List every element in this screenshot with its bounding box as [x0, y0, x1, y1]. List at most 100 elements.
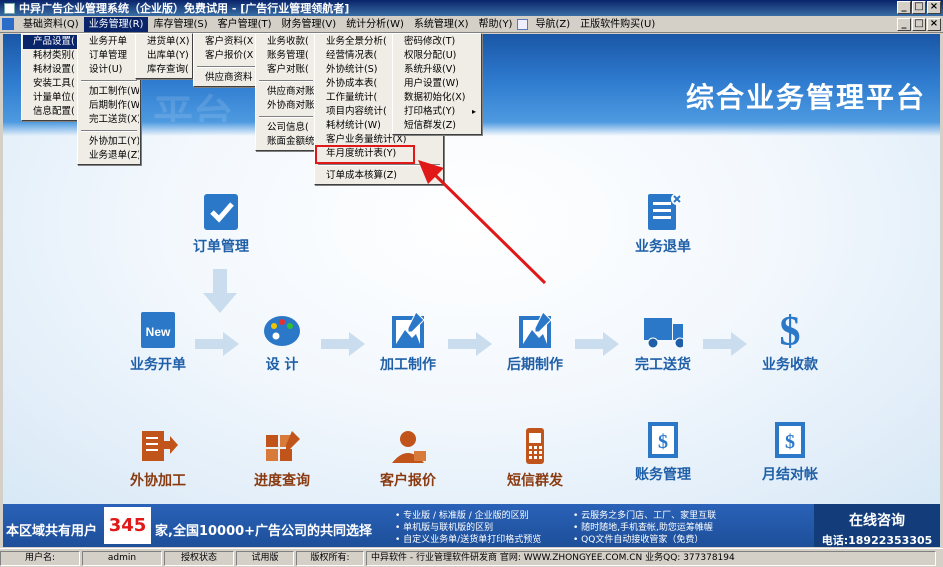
menu-item-open-order[interactable]: 业务开单 [79, 35, 139, 49]
menu-separator [259, 80, 313, 82]
menu-item-supplier-reconcile[interactable]: 供应商对账 [257, 85, 315, 99]
truck-icon [643, 310, 683, 350]
info-link[interactable]: 自定义业务单/送货单打印格式预览 [395, 532, 541, 545]
ledger-dollar-icon: $ [643, 420, 683, 460]
minimize-button[interactable]: _ [897, 1, 911, 14]
online-consult[interactable]: 在线咨询 电话:18922353305 [814, 504, 940, 547]
menu-item-change-password[interactable]: 密码修改(T) [394, 35, 480, 49]
document-x-icon [643, 192, 683, 232]
progress-node[interactable]: 进度查询 [222, 426, 342, 490]
info-bar: 本区域共有用户 345 家,全国10000+广告公司的共同选择 专业版 / 标准… [3, 504, 940, 547]
business-return-node[interactable]: 业务退单 [603, 192, 723, 256]
sms-label: 短信群发 [507, 473, 563, 489]
menu-item-post-production[interactable]: 后期制作(W) [79, 99, 139, 113]
menu-item-material-category[interactable]: 耗材类别( [23, 49, 79, 63]
consult-phone: 电话:18922353305 [821, 534, 933, 547]
menu-item-customer-reconcile[interactable]: 客户对账( [257, 63, 315, 77]
menu-app-icon [2, 18, 14, 30]
navigation-icon [517, 18, 529, 30]
user-count-value: 345 [104, 507, 151, 544]
status-bar: 用户名: admin 授权状态 试用版 版权所有: 中异软件 - 行业管理软件研… [0, 548, 943, 567]
collection-node[interactable]: $ 业务收款 [730, 309, 850, 374]
menu-item-stock-query[interactable]: 库存查询( [137, 63, 191, 77]
ledger-dollar-icon: $ [770, 420, 810, 460]
processing-label: 加工制作 [380, 357, 436, 373]
menu-item-permissions[interactable]: 权限分配(U) [394, 49, 480, 63]
open-order-label: 业务开单 [130, 357, 186, 373]
menu-item-outbound-order[interactable]: 出库单(Y) [137, 49, 191, 63]
menu-item-account-manage[interactable]: 账务管理( [257, 49, 315, 63]
menu-item-processing[interactable]: 加工制作(W) [79, 85, 139, 99]
menu-item-delivery[interactable]: 完工送货(X) [79, 113, 139, 127]
menu-customer[interactable]: 客户管理(T) [213, 17, 277, 32]
menu-item-book-amount[interactable]: 账面金额统 [257, 135, 315, 149]
menu-item-customer-info[interactable]: 客户资料(X [195, 35, 257, 49]
order-manage-node[interactable]: 订单管理 [161, 192, 281, 256]
sms-node[interactable]: 短信群发 [475, 426, 595, 490]
menu-item-supplier-info[interactable]: 供应商资料 [195, 71, 257, 85]
menu-item-business-collection[interactable]: 业务收款( [257, 35, 315, 49]
menu-separator [81, 130, 137, 132]
menu-item-outsource[interactable]: 外协加工(Y) [79, 135, 139, 149]
menu-help[interactable]: 帮助(Y) [474, 17, 518, 32]
menu-item-print-format[interactable]: 打印格式(Y) [394, 105, 480, 119]
info-link[interactable]: QQ文件自动接收管家（免费） [573, 532, 703, 545]
menu-item-system-upgrade[interactable]: 系统升级(V) [394, 63, 480, 77]
customer-menu: 客户资料(X 客户报价(X 供应商资料 [193, 33, 259, 87]
design-label: 设 计 [265, 357, 299, 373]
menu-basic-data[interactable]: 基础资料(Q) [18, 17, 84, 32]
status-auth: 试用版 [236, 550, 294, 566]
menu-item-company-info[interactable]: 公司信息( [257, 121, 315, 135]
clipboard-check-icon [201, 192, 241, 232]
down-arrow [203, 269, 237, 313]
menu-finance[interactable]: 财务管理(V) [277, 17, 342, 32]
title-bar: 中异广告企业管理系统（企业版）免费试用 - [广告行业管理领航者] _ □ × [0, 0, 943, 16]
menu-navigation[interactable]: 导航(Z) [530, 17, 575, 32]
monthly-label: 月结对帐 [762, 467, 818, 483]
inventory-menu: 进货单(X) 出库单(Y) 库存查询( [135, 33, 193, 79]
accounts-label: 账务管理 [635, 467, 691, 483]
mdi-close-button[interactable]: × [927, 18, 941, 31]
svg-text:$: $ [785, 431, 795, 453]
menu-item-install-tools[interactable]: 安装工具( [23, 77, 79, 91]
menu-item-material-settings[interactable]: 耗材设置( [23, 63, 79, 77]
finance-menu: 业务收款( 账务管理( 客户对账( 供应商对账 外协商对账 公司信息( 账面金额… [255, 33, 317, 151]
close-button[interactable]: × [927, 1, 941, 14]
status-auth-label: 授权状态 [164, 550, 234, 566]
platform-title: 综合业务管理平台 [685, 81, 926, 114]
mdi-restore-button[interactable]: □ [912, 18, 926, 31]
consult-title: 在线咨询 [849, 513, 905, 529]
menu-separator [81, 80, 137, 82]
menu-statistics[interactable]: 统计分析(W) [341, 17, 409, 32]
menu-item-product-settings[interactable]: 产品设置( [23, 35, 79, 49]
menu-system[interactable]: 系统管理(X) [409, 17, 474, 32]
status-user: admin [82, 550, 162, 566]
menu-item-purchase-order[interactable]: 进货单(X) [137, 35, 191, 49]
menu-purchase[interactable]: 正版软件购买(U) [575, 17, 660, 32]
menu-item-order-manage[interactable]: 订单管理 [79, 49, 139, 63]
menu-item-units[interactable]: 计量单位( [23, 91, 79, 105]
accounts-node[interactable]: $ 账务管理 [603, 420, 723, 484]
maximize-button[interactable]: □ [912, 1, 926, 14]
user-count-suffix: 家,全国10000+广告公司的共同选择 [155, 524, 373, 539]
menu-business[interactable]: 业务管理(R) [83, 16, 149, 32]
quote-node[interactable]: 客户报价 [348, 426, 468, 490]
svg-text:New: New [146, 325, 171, 339]
monthly-node[interactable]: $ 月结对帐 [730, 420, 850, 484]
menu-item-outsource-reconcile[interactable]: 外协商对账 [257, 99, 315, 113]
mdi-minimize-button[interactable]: _ [897, 18, 911, 31]
menu-item-data-init[interactable]: 数据初始化(X) [394, 91, 480, 105]
status-user-label: 用户名: [0, 550, 80, 566]
dollar-icon: $ [770, 309, 810, 351]
menu-item-customer-quote[interactable]: 客户报价(X [195, 49, 257, 63]
menu-item-user-settings[interactable]: 用户设置(W) [394, 77, 480, 91]
svg-text:$: $ [658, 431, 668, 453]
menu-item-info-config[interactable]: 信息配置( [23, 105, 79, 119]
menu-item-sms-broadcast[interactable]: 短信群发(Z) [394, 119, 480, 133]
outsource-node[interactable]: 外协加工 [98, 426, 218, 490]
menu-inventory[interactable]: 库存管理(S) [148, 17, 212, 32]
menu-item-business-return[interactable]: 业务退单(Z) [79, 149, 139, 163]
annotation-highlight-box [315, 145, 415, 164]
menu-item-design[interactable]: 设计(U) [79, 63, 139, 77]
collection-label: 业务收款 [762, 357, 818, 373]
